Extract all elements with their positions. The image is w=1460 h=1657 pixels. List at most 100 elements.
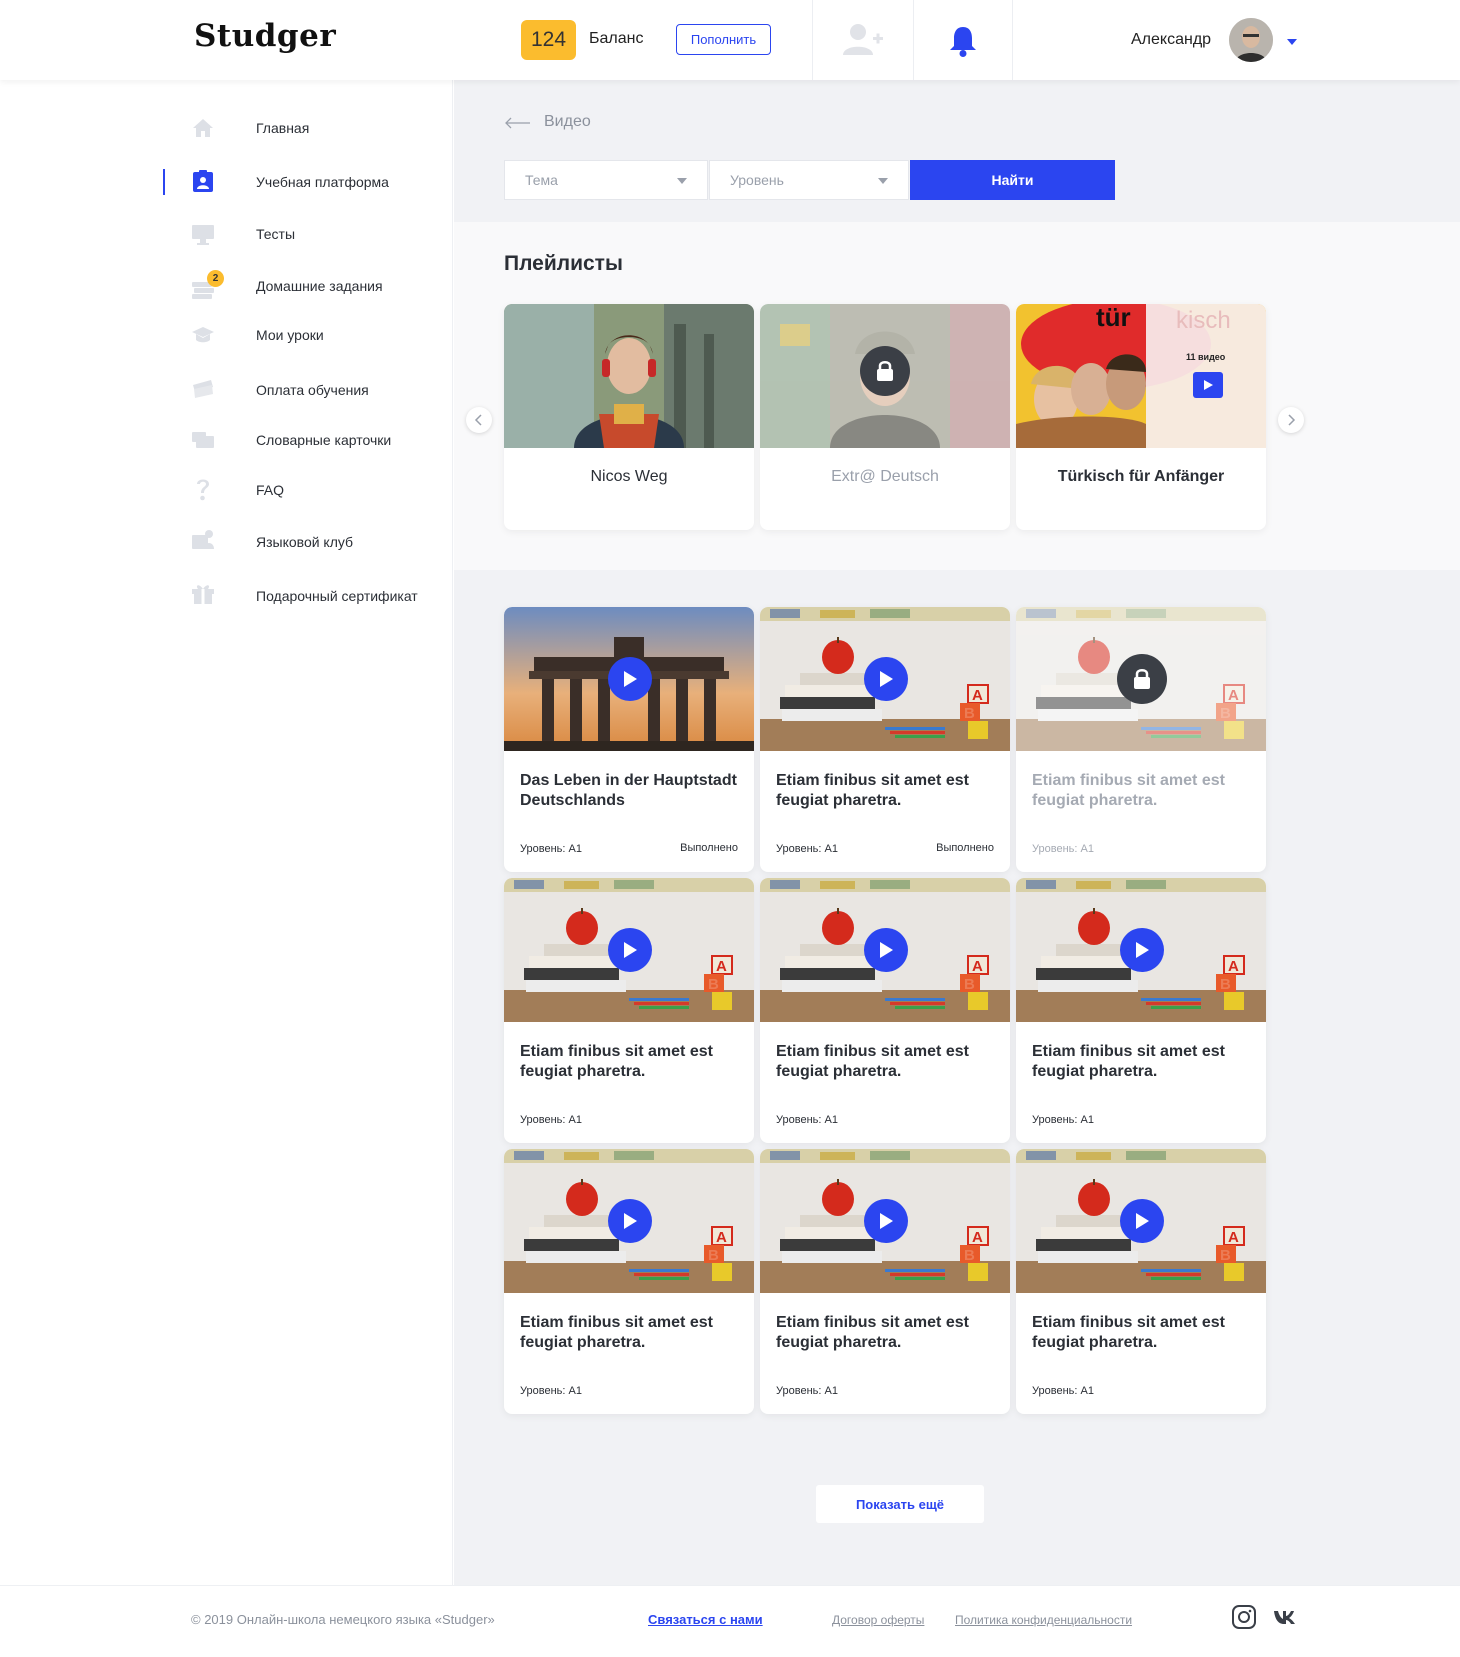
video-title: Etiam finibus sit amet est feugiat phare…: [1032, 772, 1225, 809]
level-select-placeholder: Уровень: [730, 172, 784, 188]
find-button[interactable]: Найти: [910, 160, 1115, 200]
privacy-policy-link[interactable]: Политика конфиденциальности: [955, 1613, 1132, 1627]
header-divider: [913, 0, 914, 80]
play-icon[interactable]: [864, 657, 908, 701]
sidebar-item-tests[interactable]: Тесты: [0, 214, 453, 254]
video-title: Etiam finibus sit amet est feugiat phare…: [1032, 1314, 1225, 1351]
playlist-card[interactable]: tür kisch 11 видео Türkisch für Anfänger: [1016, 304, 1266, 530]
copyright-text: © 2019 Онлайн-школа немецкого языка «Stu…: [191, 1612, 495, 1627]
club-icon: [191, 528, 215, 552]
back-arrow-icon[interactable]: [504, 116, 530, 129]
video-level: Уровень: А1: [776, 1385, 838, 1397]
contact-us-link[interactable]: Связаться с нами: [648, 1612, 763, 1627]
svg-text:B: B: [1220, 705, 1231, 722]
add-user-icon[interactable]: [840, 22, 884, 58]
sidebar-item-vocab-cards[interactable]: Словарные карточки: [0, 420, 453, 460]
video-level: Уровень: А1: [776, 1114, 838, 1126]
video-title: Etiam finibus sit amet est feugiat phare…: [776, 1043, 969, 1080]
playlist-card[interactable]: Nicos Weg: [504, 304, 754, 530]
svg-text:kisch: kisch: [1176, 307, 1231, 334]
svg-text:B: B: [1220, 1247, 1231, 1264]
breadcrumb: Видео: [504, 113, 591, 131]
video-title: Etiam finibus sit amet est feugiat phare…: [776, 772, 969, 809]
video-level: Уровень: А1: [520, 1385, 582, 1397]
video-title: Etiam finibus sit amet est feugiat phare…: [776, 1314, 969, 1351]
video-card[interactable]: A B Etiam finibus sit amet est feugiat p…: [504, 1149, 754, 1414]
video-level: Уровень: А1: [1032, 1114, 1094, 1126]
video-card[interactable]: A B Etiam finibus sit amet est feugiat p…: [1016, 607, 1266, 872]
svg-text:B: B: [708, 976, 719, 993]
main-content: Видео Тема Уровень Найти Плейлисты Nicos…: [454, 80, 1460, 1585]
play-icon[interactable]: [864, 928, 908, 972]
playlists-section: Плейлисты Nicos Weg Extr@ Deutsch tür kis…: [454, 222, 1460, 570]
bell-icon[interactable]: [948, 24, 978, 58]
playlist-title: Extr@ Deutsch: [831, 468, 939, 485]
sidebar-item-language-club[interactable]: Языковой клуб: [0, 522, 453, 562]
topup-button[interactable]: Пополнить: [676, 24, 771, 55]
svg-text:B: B: [964, 705, 975, 722]
active-indicator: [163, 169, 165, 195]
playlist-card[interactable]: Extr@ Deutsch: [760, 304, 1010, 530]
video-level: Уровень: А1: [776, 843, 838, 855]
top-header: Studger 124 Баланс Пополнить Александр: [0, 0, 1460, 80]
play-icon[interactable]: [608, 657, 652, 701]
video-title: Etiam finibus sit amet est feugiat phare…: [520, 1314, 713, 1351]
video-title: Das Leben in der Hauptstadt Deutschlands: [520, 772, 737, 809]
chevron-down-icon: [677, 178, 687, 184]
video-card[interactable]: A B Etiam finibus sit amet est feugiat p…: [1016, 1149, 1266, 1414]
instagram-icon[interactable]: [1231, 1604, 1257, 1630]
chevron-down-icon: [878, 178, 888, 184]
play-icon[interactable]: [864, 1199, 908, 1243]
cards-icon: [191, 427, 215, 451]
show-more-button[interactable]: Показать ещё: [816, 1485, 984, 1523]
playlist-title: Türkisch für Anfänger: [1057, 468, 1225, 485]
video-card[interactable]: A B Etiam finibus sit amet est feugiat p…: [760, 607, 1010, 872]
video-level: Уровень: А1: [520, 843, 582, 855]
sidebar-item-home[interactable]: Главная: [0, 108, 453, 148]
sidebar-item-gift-certificate[interactable]: Подарочный сертификат: [0, 576, 453, 616]
sidebar-item-homework[interactable]: 2 Домашние задания: [0, 266, 453, 306]
footer: © 2019 Онлайн-школа немецкого языка «Stu…: [0, 1585, 1460, 1657]
video-title: Etiam finibus sit amet est feugiat phare…: [520, 1043, 713, 1080]
sidebar-item-learning-platform[interactable]: Учебная платформа: [0, 162, 453, 202]
svg-text:A: A: [972, 958, 983, 975]
sidebar-item-label: Оплата обучения: [256, 382, 369, 398]
clipboard-user-icon: [191, 169, 215, 193]
playlist-play-icon[interactable]: [1193, 372, 1223, 398]
playlist-thumbnail: [504, 304, 754, 448]
sidebar-item-label: Языковой клуб: [256, 534, 354, 550]
play-icon[interactable]: [1120, 928, 1164, 972]
logo[interactable]: Studger: [194, 18, 336, 54]
sidebar-item-my-lessons[interactable]: Мои уроки: [0, 315, 453, 355]
play-icon[interactable]: [608, 928, 652, 972]
sidebar-item-faq[interactable]: FAQ: [0, 470, 453, 510]
play-icon[interactable]: [608, 1199, 652, 1243]
vk-icon[interactable]: [1272, 1604, 1298, 1630]
svg-text:B: B: [1220, 976, 1231, 993]
user-name[interactable]: Александр: [1131, 31, 1211, 49]
svg-text:tür: tür: [1096, 304, 1131, 332]
video-card[interactable]: Das Leben in der Hauptstadt Deutschlands…: [504, 607, 754, 872]
carousel-next-button[interactable]: [1278, 407, 1304, 433]
play-icon[interactable]: [1120, 1199, 1164, 1243]
video-card[interactable]: A B Etiam finibus sit amet est feugiat p…: [504, 878, 754, 1143]
chevron-down-icon[interactable]: [1287, 39, 1297, 45]
avatar[interactable]: [1229, 18, 1273, 62]
level-select[interactable]: Уровень: [709, 160, 909, 200]
video-card[interactable]: A B Etiam finibus sit amet est feugiat p…: [1016, 878, 1266, 1143]
monitor-icon: [191, 222, 215, 246]
video-card[interactable]: A B Etiam finibus sit amet est feugiat p…: [760, 1149, 1010, 1414]
offer-agreement-link[interactable]: Договор оферты: [832, 1613, 924, 1627]
topic-select[interactable]: Тема: [504, 160, 708, 200]
video-card[interactable]: A B Etiam finibus sit amet est feugiat p…: [760, 878, 1010, 1143]
sidebar-item-label: Словарные карточки: [256, 432, 392, 448]
sidebar-item-label: Тесты: [256, 226, 296, 242]
video-level: Уровень: А1: [1032, 843, 1094, 855]
balance-badge: 124: [521, 20, 576, 60]
page-title: Видео: [544, 113, 591, 130]
sidebar-item-label: Подарочный сертификат: [256, 588, 418, 604]
chevron-left-icon: [474, 414, 482, 426]
sidebar-item-payment[interactable]: Оплата обучения: [0, 370, 453, 410]
balance-label: Баланс: [589, 30, 644, 47]
carousel-prev-button[interactable]: [466, 407, 492, 433]
